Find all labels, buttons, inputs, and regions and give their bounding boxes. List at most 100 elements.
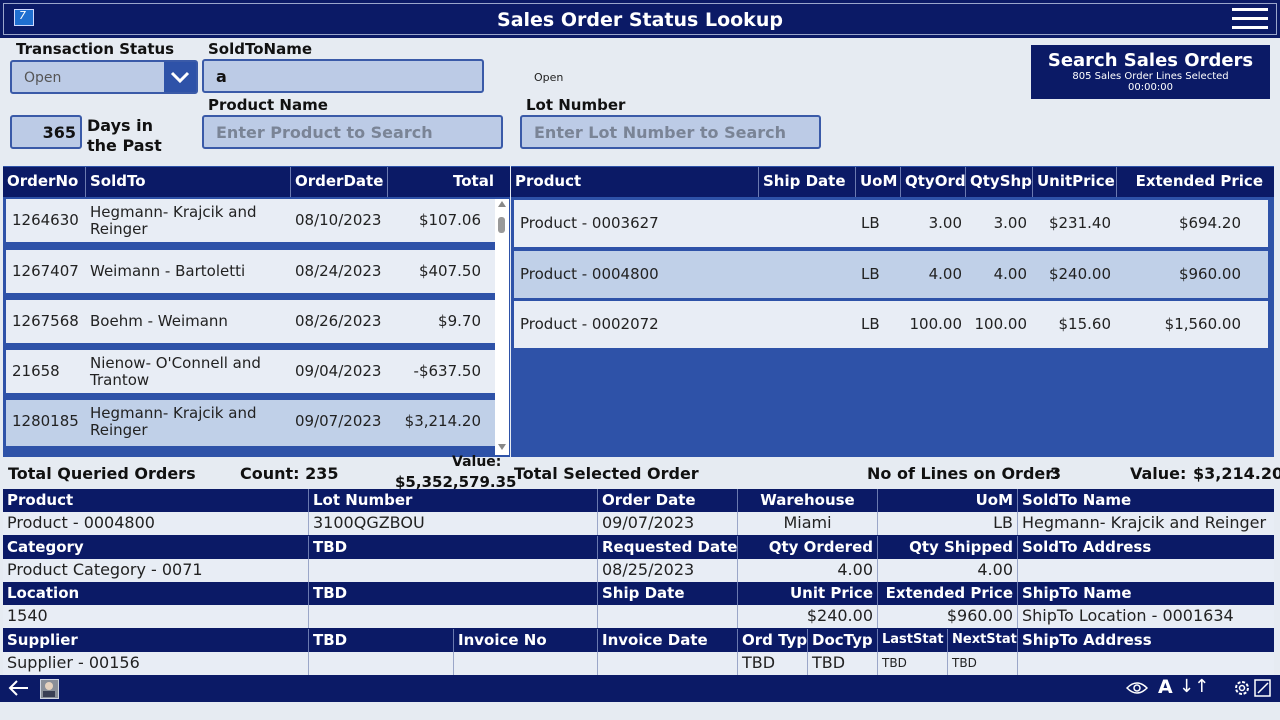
col-unitprice[interactable]: UnitPrice xyxy=(1033,167,1117,197)
selected-value: $3,214.20 xyxy=(1193,464,1280,483)
product-name-input[interactable]: Enter Product to Search xyxy=(202,115,503,149)
detail-h-supplier: Supplier xyxy=(3,629,309,652)
line-row[interactable]: Product - 0003627 LB 3.00 3.00 $231.40 $… xyxy=(514,200,1268,247)
detail-h-ordtyp: Ord Typ xyxy=(738,629,808,652)
detail-h-soldtoname: SoldTo Name xyxy=(1018,489,1274,512)
col-total[interactable]: Total xyxy=(388,167,498,197)
detail-v-supplier: Supplier - 00156 xyxy=(3,652,309,675)
line-product: Product - 0002072 xyxy=(520,315,659,333)
order-total: $107.06 xyxy=(418,211,481,229)
search-button-label: Search Sales Orders xyxy=(1047,50,1254,71)
detail-v-shipdate xyxy=(598,605,738,628)
line-unitprice: $240.00 xyxy=(1048,265,1111,283)
detail-h-qtyordered: Qty Ordered xyxy=(738,536,878,559)
detail-v-invoiceno xyxy=(454,652,598,675)
chevron-down-icon[interactable] xyxy=(164,62,196,92)
footer-bar: A ↓↑ xyxy=(0,675,1280,702)
order-total: -$637.50 xyxy=(413,362,481,380)
detail-v-reqdate: 08/25/2023 xyxy=(598,559,738,582)
detail-h-lot: Lot Number xyxy=(309,489,598,512)
detail-v-unitprice: $240.00 xyxy=(738,605,878,628)
detail-h-nextstat: NextStat xyxy=(948,629,1018,652)
total-selected-label: Total Selected Order xyxy=(514,464,699,483)
order-soldto: Hegmann- Krajcik and Reinger xyxy=(90,202,257,238)
line-unitprice: $231.40 xyxy=(1048,214,1111,232)
detail-h-tbd: TBD xyxy=(309,536,598,559)
col-orderdate[interactable]: OrderDate xyxy=(291,167,388,197)
order-row[interactable]: 1264630 Hegmann- Krajcik and Reinger 08/… xyxy=(6,199,495,246)
scroll-up-icon[interactable] xyxy=(498,201,506,207)
edit-icon[interactable] xyxy=(1254,678,1272,698)
order-total: $3,214.20 xyxy=(404,412,481,430)
detail-v-qtyordered: 4.00 xyxy=(738,559,878,582)
lot-number-input[interactable]: Enter Lot Number to Search xyxy=(520,115,821,149)
detail-h-tbd: TBD xyxy=(309,582,598,605)
sort-icon[interactable]: ↓↑ xyxy=(1179,676,1209,697)
order-row[interactable]: 1267568 Boehm - Weimann 08/26/2023 $9.70 xyxy=(6,300,495,347)
col-qtyshp[interactable]: QtyShp xyxy=(966,167,1033,197)
col-orderno[interactable]: OrderNo xyxy=(3,167,86,197)
detail-v-invoicedate xyxy=(598,652,738,675)
detail-v-warehouse: Miami xyxy=(738,512,878,535)
order-row[interactable]: 1267407 Weimann - Bartoletti 08/24/2023 … xyxy=(6,250,495,297)
detail-v-tbd xyxy=(309,652,454,675)
orders-scrollbar[interactable] xyxy=(495,199,509,455)
detail-h-orderdate: Order Date xyxy=(598,489,738,512)
line-qtyord: 4.00 xyxy=(928,265,962,283)
order-no: 21658 xyxy=(12,362,60,380)
line-extprice: $694.20 xyxy=(1178,214,1241,232)
detail-h-uom: UoM xyxy=(878,489,1018,512)
col-extprice[interactable]: Extended Price xyxy=(1117,167,1269,197)
soldto-input[interactable]: a xyxy=(202,59,484,93)
detail-h-location: Location xyxy=(3,582,309,605)
scroll-thumb[interactable] xyxy=(498,217,505,233)
status-echo-text: Open xyxy=(534,71,564,84)
detail-h-soldtoaddress: SoldTo Address xyxy=(1018,536,1274,559)
detail-v-shiptoname: ShipTo Location - 0001634 xyxy=(1018,605,1274,628)
line-qtyord: 100.00 xyxy=(909,315,963,333)
detail-v-orderdate: 09/07/2023 xyxy=(598,512,738,535)
detail-h-shiptoname: ShipTo Name xyxy=(1018,582,1274,605)
detail-h-unitprice: Unit Price xyxy=(738,582,878,605)
days-label: Days in the Past xyxy=(87,116,162,155)
line-row[interactable]: Product - 0002072 LB 100.00 100.00 $15.6… xyxy=(514,301,1268,348)
col-product[interactable]: Product xyxy=(511,167,759,197)
hamburger-menu-icon[interactable] xyxy=(1232,8,1268,32)
detail-v-shiptoaddress xyxy=(1018,652,1274,675)
lines-count-label: No of Lines on Order: xyxy=(867,464,1060,483)
detail-v-qtyshipped: 4.00 xyxy=(878,559,1018,582)
detail-v-nextstat: TBD xyxy=(948,652,1018,675)
search-button-sub: 805 Sales Order Lines Selected xyxy=(1072,71,1229,82)
order-row[interactable]: 21658 Nienow- O'Connell and Trantow 09/0… xyxy=(6,350,495,397)
search-sales-orders-button[interactable]: Search Sales Orders 805 Sales Order Line… xyxy=(1031,45,1270,99)
line-qtyshp: 4.00 xyxy=(993,265,1027,283)
queried-value-label: Value: xyxy=(452,454,502,470)
font-size-icon[interactable]: A xyxy=(1158,676,1173,698)
line-product: Product - 0003627 xyxy=(520,214,659,232)
title-bar: Sales Order Status Lookup xyxy=(0,0,1280,38)
col-shipdate[interactable]: Ship Date xyxy=(759,167,856,197)
settings-gear-icon[interactable] xyxy=(1232,678,1252,698)
order-soldto: Boehm - Weimann xyxy=(90,312,228,330)
back-arrow-icon[interactable] xyxy=(8,678,30,698)
days-input[interactable]: 365 xyxy=(10,115,82,149)
detail-h-reqdate: Requested Date xyxy=(598,536,738,559)
order-row-selected[interactable]: 1280185 Hegmann- Krajcik and Reinger 09/… xyxy=(6,400,495,450)
line-extprice: $1,560.00 xyxy=(1164,315,1241,333)
soldto-input-value: a xyxy=(216,67,227,86)
transaction-status-dropdown[interactable]: Open xyxy=(10,60,198,94)
search-button-time: 00:00:00 xyxy=(1128,82,1173,93)
detail-v-lot: 3100QGZBOU xyxy=(309,512,598,535)
user-avatar[interactable] xyxy=(40,679,59,699)
col-uom[interactable]: UoM xyxy=(856,167,901,197)
detail-v-soldtoname: Hegmann- Krajcik and Reinger xyxy=(1018,512,1274,535)
eye-icon[interactable] xyxy=(1126,681,1148,695)
product-name-placeholder: Enter Product to Search xyxy=(216,123,433,142)
line-row-selected[interactable]: Product - 0004800 LB 4.00 4.00 $240.00 $… xyxy=(514,251,1268,298)
col-qtyord[interactable]: QtyOrd xyxy=(901,167,966,197)
scroll-down-icon[interactable] xyxy=(498,444,506,450)
order-no: 1264630 xyxy=(12,211,79,229)
col-soldto[interactable]: SoldTo xyxy=(86,167,291,197)
detail-h-invoicedate: Invoice Date xyxy=(598,629,738,652)
order-date: 08/10/2023 xyxy=(295,211,382,229)
